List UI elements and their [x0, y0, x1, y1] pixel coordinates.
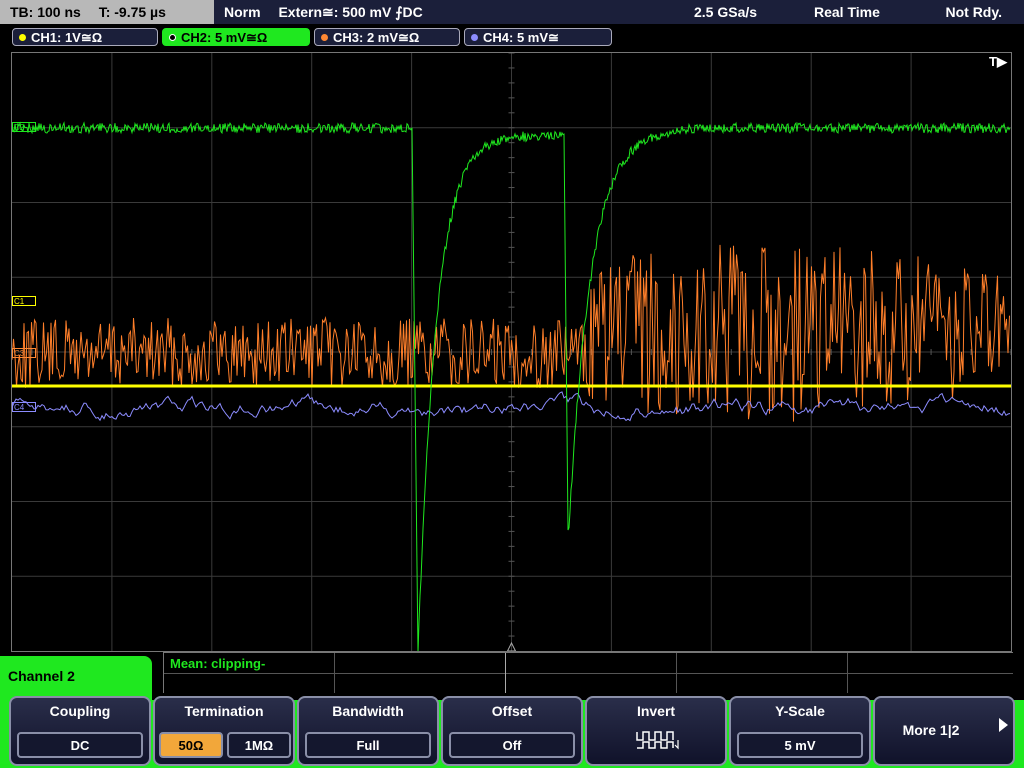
trigger-info[interactable]: Norm Extern≅: 500 mV ⨍DC — [224, 0, 437, 24]
ch3-label: CH3: 2 mV≅Ω — [333, 30, 420, 45]
yscale-value: 5 mV — [737, 732, 863, 758]
ch1-level-marker[interactable]: C1 — [12, 296, 36, 306]
time-position-value: T: -9.75 µs — [98, 4, 166, 20]
termination-50ohm-option[interactable]: 50Ω — [159, 732, 223, 758]
ch2-level-marker[interactable]: C2 — [12, 122, 36, 132]
measurement-readout: Mean: clipping- — [170, 656, 266, 671]
invert-softkey[interactable]: Invert — [585, 696, 727, 766]
ch1-label: CH1: 1V≅Ω — [31, 30, 103, 45]
measurement-divider — [164, 673, 1013, 674]
termination-1mohm-option[interactable]: 1MΩ — [227, 732, 291, 758]
coupling-softkey[interactable]: Coupling DC — [9, 696, 151, 766]
termination-softkey[interactable]: Termination 50Ω 1MΩ — [153, 696, 295, 766]
measurement-col-divider — [676, 653, 677, 693]
measurement-col-divider — [505, 653, 506, 693]
measurement-bar: Mean: clipping- — [163, 652, 1013, 693]
measurement-col-divider — [847, 653, 848, 693]
ch3-trace — [12, 244, 1010, 422]
ch4-level-marker[interactable]: C4 — [12, 402, 36, 412]
ch3-level-marker[interactable]: C3 — [12, 348, 36, 358]
coupling-title: Coupling — [49, 703, 111, 719]
channel-tab-ch2[interactable]: CH2: 5 mV≅Ω — [162, 28, 310, 46]
bandwidth-title: Bandwidth — [332, 703, 404, 719]
ch2-label: CH2: 5 mV≅Ω — [181, 30, 268, 45]
trigger-mode: Norm — [224, 4, 261, 20]
ch4-color-icon — [471, 34, 478, 41]
waveform-canvas — [12, 53, 1011, 651]
bandwidth-softkey[interactable]: Bandwidth Full — [297, 696, 439, 766]
more-label: More 1|2 — [902, 722, 960, 738]
acquisition-status: Not Rdy. — [945, 4, 1002, 20]
offset-value: Off — [449, 732, 575, 758]
more-softkey[interactable]: More 1|2 — [873, 696, 1015, 766]
ch2-color-icon — [169, 34, 176, 41]
invert-title: Invert — [636, 703, 676, 719]
waveform-display[interactable]: T▶ C2 C1 C3 C4 — [11, 52, 1012, 652]
timebase-box[interactable]: TB: 100 ns T: -9.75 µs — [0, 0, 214, 24]
menu-title: Channel 2 — [0, 656, 152, 700]
coupling-value: DC — [17, 732, 143, 758]
offset-title: Offset — [491, 703, 533, 719]
trigger-position-marker[interactable]: T▶ — [989, 54, 1007, 70]
ch1-color-icon — [19, 34, 26, 41]
acquisition-mode[interactable]: Real Time — [814, 0, 880, 24]
status-bar: TB: 100 ns T: -9.75 µs Norm Extern≅: 500… — [0, 0, 1024, 24]
channel-tab-ch1[interactable]: CH1: 1V≅Ω — [12, 28, 158, 46]
sample-rate[interactable]: 2.5 GSa/s — [694, 0, 757, 24]
yscale-title: Y-Scale — [775, 703, 825, 719]
invert-waveform-icon — [636, 731, 679, 750]
trigger-source: Extern≅: 500 mV ⨍DC — [278, 4, 423, 20]
measurement-col-divider — [334, 653, 335, 693]
channel-tab-ch3[interactable]: CH3: 2 mV≅Ω — [314, 28, 460, 46]
channel-tab-ch4[interactable]: CH4: 5 mV≅ — [464, 28, 612, 46]
ch4-label: CH4: 5 mV≅ — [483, 30, 559, 45]
termination-title: Termination — [184, 703, 264, 719]
next-page-arrow-icon — [999, 718, 1008, 732]
yscale-softkey[interactable]: Y-Scale 5 mV — [729, 696, 871, 766]
ch3-color-icon — [321, 34, 328, 41]
bandwidth-value: Full — [305, 732, 431, 758]
timebase-value: TB: 100 ns — [10, 4, 81, 20]
offset-softkey[interactable]: Offset Off — [441, 696, 583, 766]
